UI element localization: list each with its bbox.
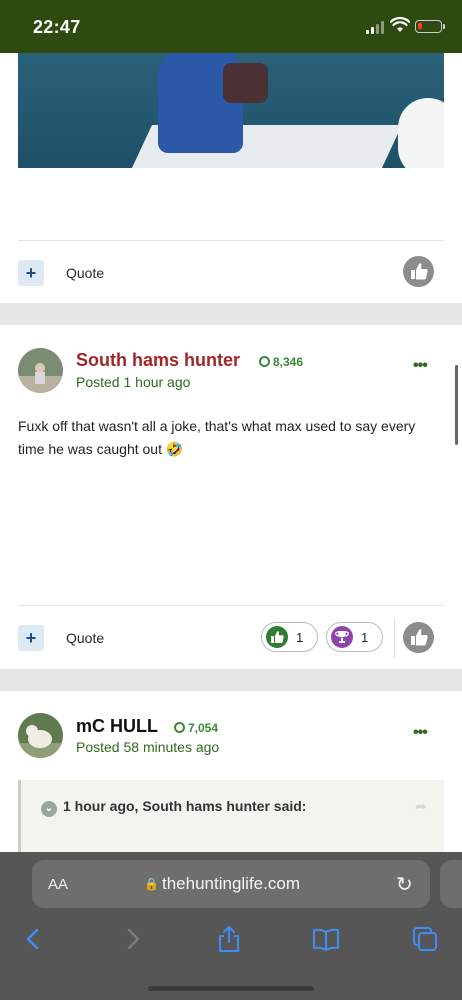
reload-icon[interactable]: ↻ [396, 872, 413, 897]
post-card-previous: + Quote [0, 53, 462, 303]
quote-button[interactable]: Quote [66, 265, 104, 281]
video-thumbnail[interactable] [18, 53, 444, 168]
forward-icon[interactable] [118, 924, 148, 954]
reaction-trophy-pill[interactable]: 1 [326, 622, 383, 652]
reaction-count: 1 [296, 630, 304, 645]
tabs-icon[interactable] [410, 924, 440, 954]
reaction-like-pill[interactable]: 1 [261, 622, 318, 652]
battery-icon [415, 20, 442, 33]
divider [394, 618, 395, 658]
status-bar: 22:47 [0, 0, 462, 53]
reputation-badge: 7,054 [174, 721, 218, 735]
quote-block: ⌄ 1 hour ago, South hams hunter said: ➦ [18, 780, 444, 860]
post-card: South hams hunter 8,346 Posted 1 hour ag… [0, 325, 462, 669]
author-name[interactable]: South hams hunter [76, 350, 240, 371]
browser-toolbar: AA 🔒 thehuntinglife.com ↻ [0, 852, 462, 1000]
back-icon[interactable] [18, 924, 48, 954]
chevron-down-icon: ⌄ [41, 801, 57, 817]
thumbs-up-icon [411, 263, 428, 280]
quote-button[interactable]: Quote [66, 630, 104, 646]
battery-tip [443, 24, 445, 29]
avatar[interactable] [18, 348, 63, 393]
cellular-signal-icon [366, 20, 386, 34]
more-options-icon[interactable]: ••• [413, 724, 428, 742]
reputation-plus-icon [174, 722, 185, 733]
scrollbar[interactable] [455, 365, 458, 445]
lock-icon: 🔒 [144, 877, 159, 891]
next-tab-preview[interactable] [440, 860, 462, 908]
more-options-icon[interactable]: ••• [413, 357, 428, 375]
multiquote-add-button[interactable]: + [18, 260, 44, 286]
quote-header-text: 1 hour ago, South hams hunter said: [63, 798, 307, 814]
post-body: Fuxk off that wasn't all a joke, that's … [18, 418, 416, 457]
posted-time[interactable]: Posted 1 hour ago [76, 374, 190, 390]
bookmarks-icon[interactable] [311, 924, 341, 954]
author-name[interactable]: mC HULL [76, 716, 158, 737]
home-indicator [148, 986, 314, 991]
multiquote-add-button[interactable]: + [18, 625, 44, 651]
reputation-value: 7,054 [188, 721, 219, 735]
url-text[interactable]: thehuntinglife.com [162, 874, 300, 894]
thumbs-up-icon [266, 626, 288, 648]
like-button[interactable] [403, 622, 434, 653]
wifi-icon [390, 17, 410, 32]
reader-options-button[interactable]: AA [48, 876, 68, 893]
address-bar[interactable]: AA 🔒 thehuntinglife.com ↻ [32, 860, 430, 908]
status-time: 22:47 [33, 17, 81, 37]
reputation-value: 8,346 [273, 355, 304, 369]
reputation-plus-icon [259, 356, 270, 367]
like-button[interactable] [403, 256, 434, 287]
reaction-count: 1 [361, 630, 369, 645]
thumbs-up-icon [411, 629, 428, 646]
reputation-badge: 8,346 [259, 355, 303, 369]
trophy-icon [331, 626, 353, 648]
share-icon[interactable] [214, 924, 244, 954]
quote-header[interactable]: ⌄ 1 hour ago, South hams hunter said: [41, 798, 306, 817]
divider [18, 240, 444, 241]
divider [18, 605, 444, 606]
avatar[interactable] [18, 713, 63, 758]
share-icon[interactable]: ➦ [415, 798, 427, 815]
posted-time[interactable]: Posted 58 minutes ago [76, 739, 219, 755]
